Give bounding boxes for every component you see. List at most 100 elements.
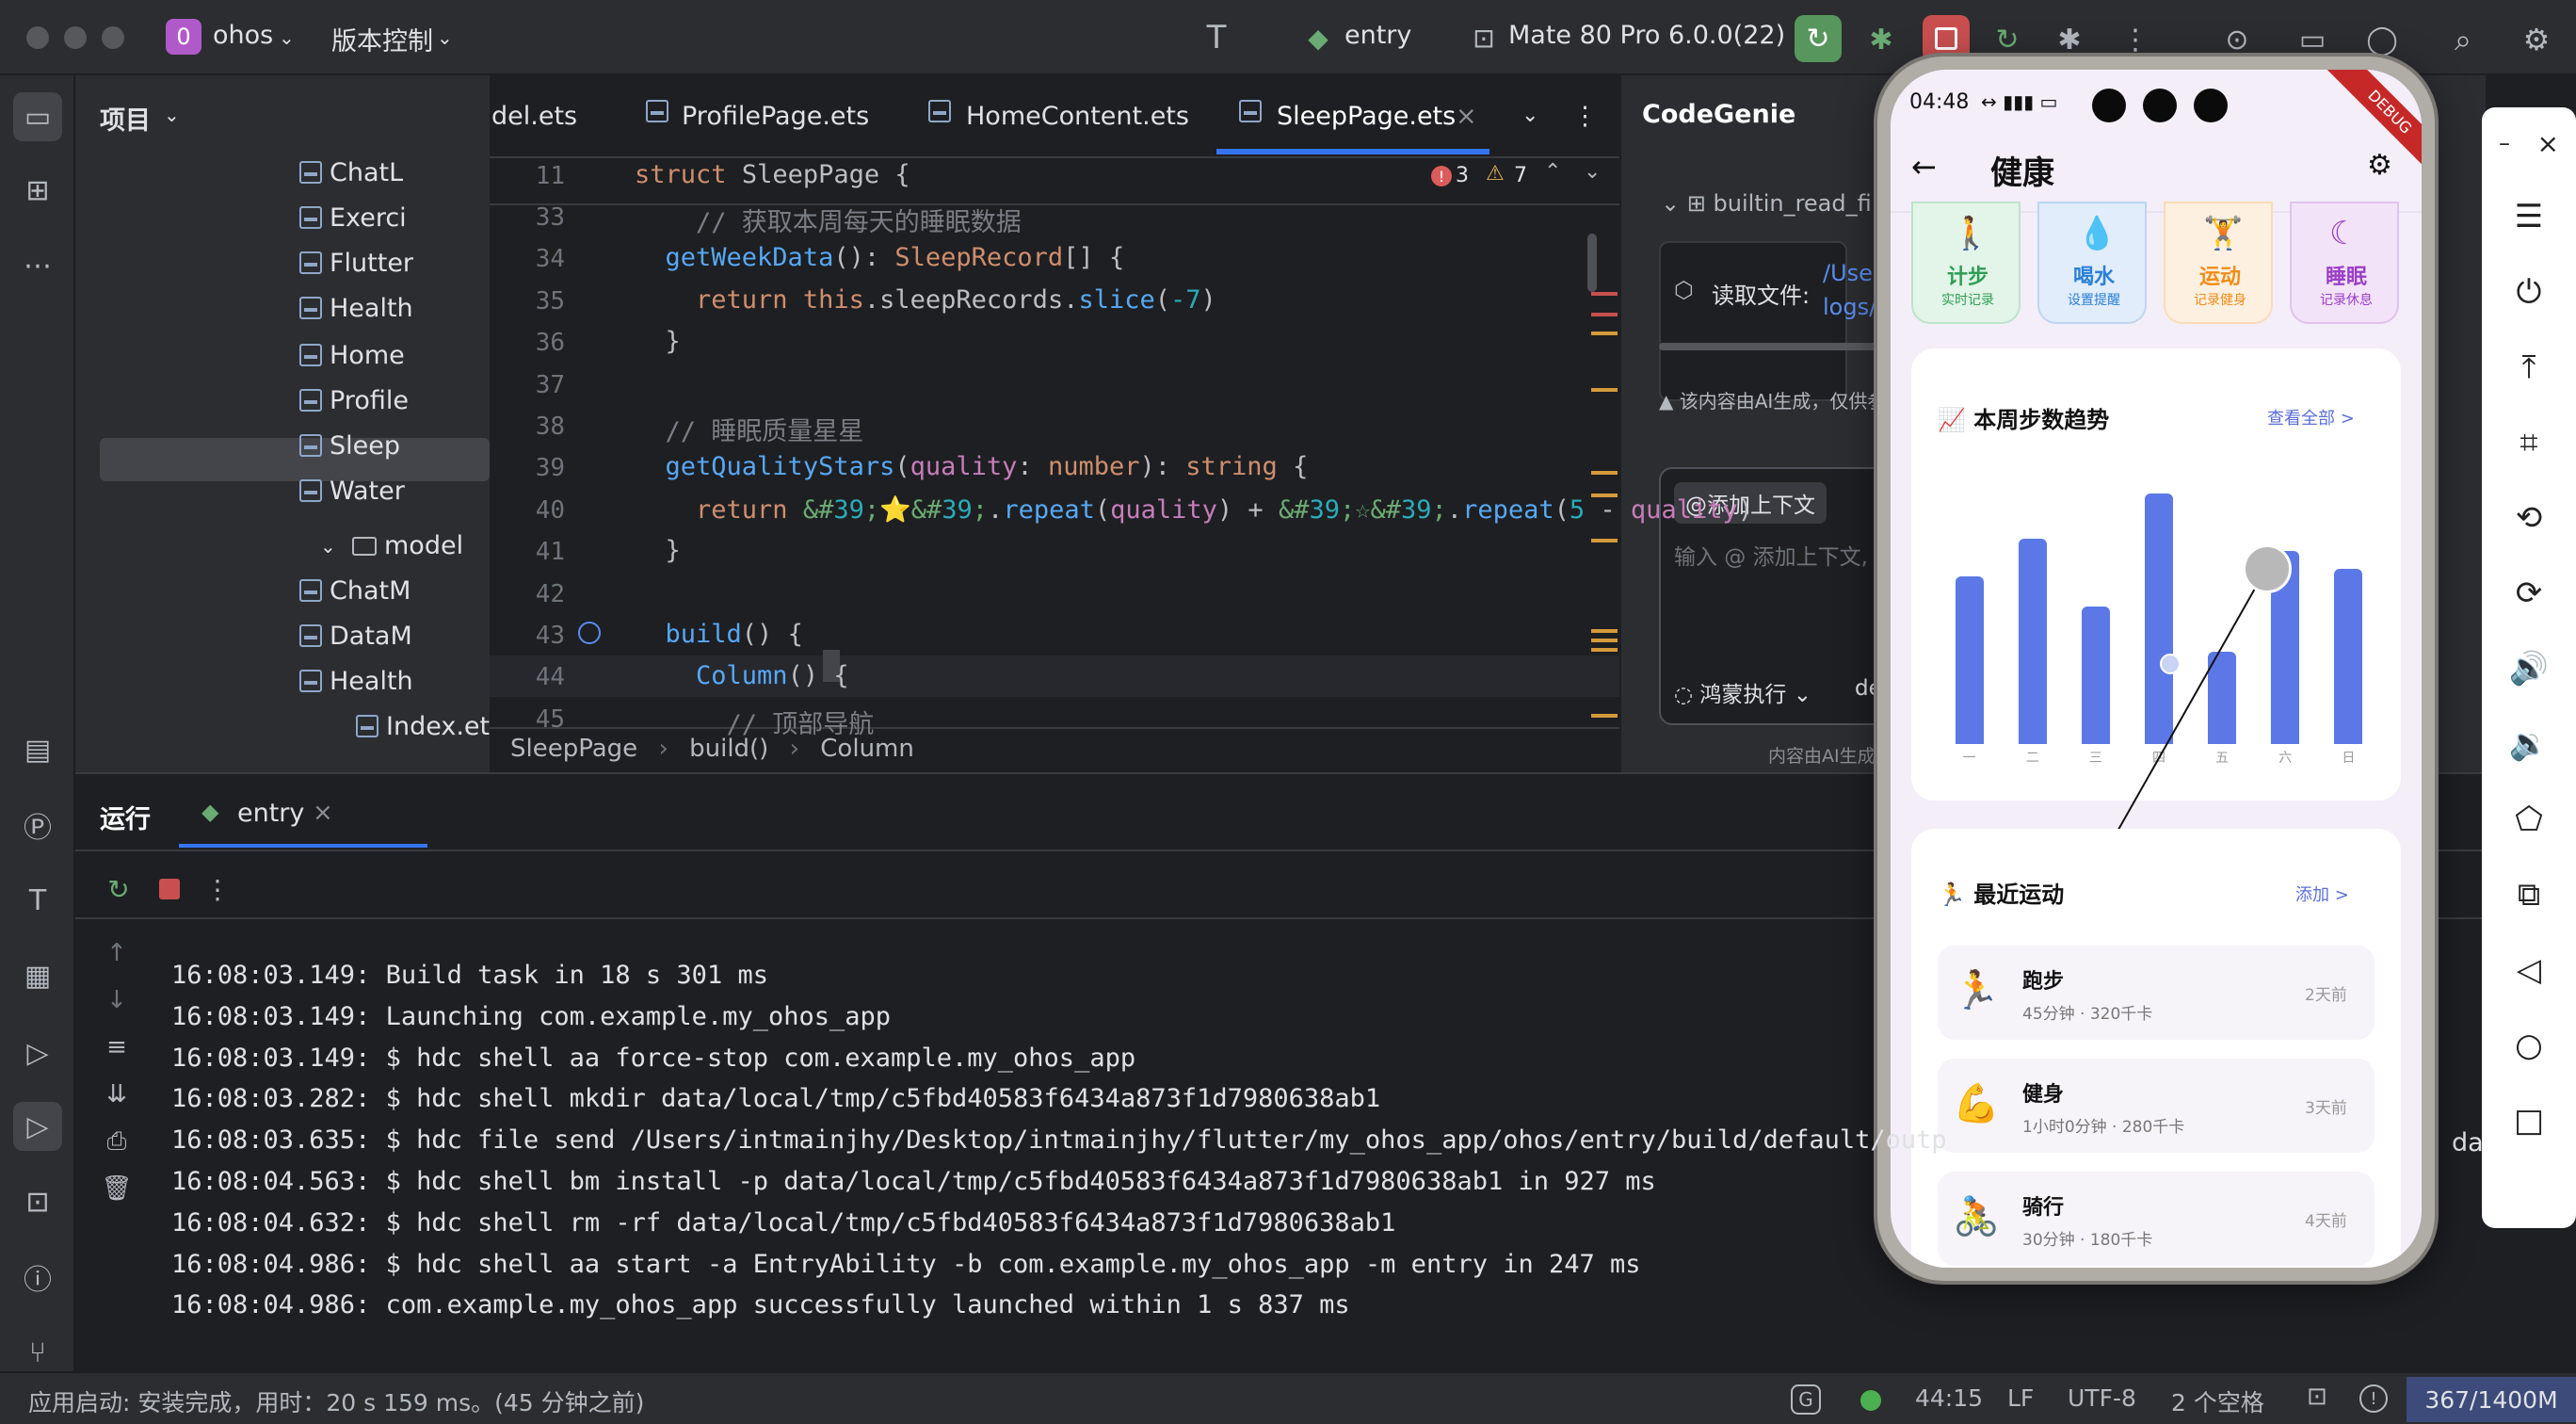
tree-item-file[interactable]: Health (299, 294, 413, 323)
terminal-icon[interactable]: ⊡ (13, 1177, 62, 1226)
code-line[interactable]: Column() { (635, 661, 849, 690)
code-line[interactable]: return &#39;⭐&#39;.repeat(quality) + &#3… (635, 494, 1753, 525)
target-gutter-icon[interactable] (578, 622, 601, 644)
rerun-icon[interactable]: ↻ (1795, 15, 1842, 62)
line-separator[interactable]: LF (2007, 1384, 2034, 1412)
code-line[interactable]: // 睡眠质量星星 (635, 411, 864, 447)
tree-item-file[interactable]: Water (299, 477, 405, 506)
g-icon[interactable]: G (1791, 1384, 1821, 1415)
notification-icon[interactable]: ! (2359, 1384, 2388, 1413)
tree-item-file[interactable]: Health (299, 667, 413, 696)
recents-nav-icon[interactable]: □ (2482, 1092, 2576, 1149)
tab-del[interactable]: del.ets (491, 102, 577, 131)
rotate-right-icon[interactable]: ⟳ (2482, 565, 2576, 622)
tree-item-file[interactable]: ChatL (299, 158, 403, 187)
tree-item-index[interactable]: Index.ets (356, 712, 503, 741)
device-dropdown[interactable]: Mate 80 Pro 6.0.0(22) (1508, 21, 1785, 50)
tree-item-file[interactable]: Home (299, 341, 405, 370)
code-line[interactable]: build() { (635, 620, 803, 649)
chat-input-placeholder[interactable]: 输入 @ 添加上下文, (1674, 539, 1868, 571)
power-icon[interactable]: ⏻ (2482, 264, 2576, 320)
editor-scrollbar[interactable] (1587, 234, 1597, 292)
memory-indicator[interactable]: 367/1400M (2407, 1377, 2576, 1422)
table-icon[interactable]: ▤ (13, 725, 62, 774)
search-icon[interactable]: ⌕ (2442, 19, 2484, 60)
back-arrow-icon[interactable]: ← (1911, 149, 1937, 185)
account-icon[interactable]: ◯ (2361, 19, 2403, 60)
crop-icon[interactable]: ⌗ (2482, 414, 2576, 471)
project-name-dropdown[interactable]: ohos (213, 21, 273, 50)
warning-stripe[interactable] (1591, 639, 1618, 642)
vcs-dropdown[interactable]: 版本控制 (331, 21, 433, 57)
profiler-p-icon[interactable]: Ⓟ (13, 801, 62, 850)
error-count[interactable]: 3 (1456, 164, 1469, 187)
close-tab-icon[interactable]: × (313, 799, 333, 827)
code-line[interactable]: // 获取本周每天的睡眠数据 (635, 202, 1022, 238)
structure-icon[interactable]: ⊞ (13, 166, 62, 215)
git-icon[interactable]: ⑂ (13, 1328, 62, 1377)
stop-icon[interactable] (149, 868, 190, 910)
scroll-to-end-icon[interactable]: ⇊ (96, 1074, 137, 1115)
tool-call-row[interactable]: ⌄ ⊞ builtin_read_fi (1661, 190, 1872, 217)
indent-setting[interactable]: 2 个空格 (2171, 1384, 2264, 1418)
quick-action-0[interactable]: 🚶 计步 实时记录 (1911, 202, 2021, 324)
run-tab-entry[interactable]: entry (237, 799, 304, 828)
code-line[interactable]: } (635, 327, 681, 356)
run-tool-icon[interactable]: ▷ (13, 1102, 62, 1151)
code-line[interactable]: getQualityStars(quality: number): string… (635, 452, 1309, 481)
zoom-window-button[interactable] (102, 26, 124, 49)
quick-action-3[interactable]: ☾ 睡眠 记录休息 (2290, 202, 2399, 324)
multi-screen-icon[interactable]: ⧉ (2482, 866, 2576, 923)
error-icon[interactable]: ! (1431, 166, 1452, 186)
code-line[interactable]: // 顶部导航 (635, 704, 875, 740)
tree-item-file[interactable]: Flutter (299, 249, 413, 278)
file-encoding[interactable]: UTF-8 (2068, 1384, 2136, 1412)
cursor-position[interactable]: 44:15 (1915, 1384, 1983, 1412)
tab-profile-page[interactable]: ProfilePage.ets (682, 102, 869, 131)
scroll-down-icon[interactable]: ↓ (96, 979, 137, 1021)
quick-action-1[interactable]: 💧 喝水 设置提醒 (2037, 202, 2147, 324)
mode-dropdown[interactable]: ◌ 鸿蒙执行 ⌄ (1674, 676, 1811, 708)
close-window-button[interactable] (26, 26, 49, 49)
warning-stripe[interactable] (1591, 332, 1618, 335)
warning-stripe[interactable] (1591, 629, 1618, 633)
tree-item-file[interactable]: Exerci (299, 203, 407, 233)
horizontal-scrollbar[interactable] (1659, 343, 1885, 350)
close-icon[interactable]: × (2482, 115, 2576, 171)
tree-item-model[interactable]: model (352, 531, 463, 560)
volume-up-icon[interactable]: 🔊 (2482, 640, 2576, 697)
tree-item-file[interactable]: DataM (299, 622, 412, 651)
trash-icon[interactable]: 🗑 (96, 1168, 137, 1209)
back-nav-icon[interactable]: ◁ (2482, 942, 2576, 998)
lock-icon[interactable]: ⊡ (2307, 1383, 2327, 1411)
chevron-down-icon[interactable]: ⌄ (1521, 104, 1538, 127)
folder-icon[interactable]: ▭ (2292, 19, 2333, 60)
error-stripe[interactable] (1591, 313, 1618, 316)
warning-stripe[interactable] (1591, 648, 1618, 652)
tree-item-file[interactable]: Profile (299, 386, 409, 415)
warning-icon[interactable]: ⚠ (1486, 162, 1505, 186)
upload-icon[interactable]: ⤒ (2482, 339, 2576, 396)
tree-item-file[interactable]: Sleep (299, 431, 400, 461)
warning-stripe[interactable] (1591, 471, 1618, 475)
tab-sleep-page[interactable]: SleepPage.ets (1277, 102, 1456, 131)
rotate-left-icon[interactable]: ⟲ (2482, 490, 2576, 546)
chevron-down-icon[interactable]: ⌄ (1584, 160, 1601, 184)
close-tab-icon[interactable]: × (1456, 102, 1477, 131)
apply-changes-icon[interactable]: ↻ (1987, 19, 2028, 60)
warning-count[interactable]: 7 (1514, 164, 1527, 187)
more-horizontal-icon[interactable]: ⋯ (13, 241, 62, 290)
chevron-up-icon[interactable]: ⌃ (1544, 160, 1561, 184)
file-path-link[interactable]: /User (1823, 260, 1882, 286)
hypium-icon[interactable]: T (1196, 17, 1237, 58)
status-message[interactable]: 应用启动: 安装完成，用时：20 s 159 ms。(45 分钟之前) (28, 1384, 644, 1418)
warning-stripe[interactable] (1591, 388, 1618, 392)
error-stripe[interactable] (1591, 292, 1618, 296)
more-vertical-icon[interactable]: ⋮ (2117, 19, 2154, 60)
view-all-link[interactable]: 查看全部 > (2267, 405, 2355, 429)
menu-icon[interactable]: ☰ (2482, 188, 2576, 245)
project-badge[interactable]: 0 (166, 19, 201, 55)
project-folder-icon[interactable]: ▭ (13, 92, 62, 141)
project-panel-title[interactable]: 项目 (100, 100, 151, 137)
code-line[interactable]: } (635, 536, 681, 565)
